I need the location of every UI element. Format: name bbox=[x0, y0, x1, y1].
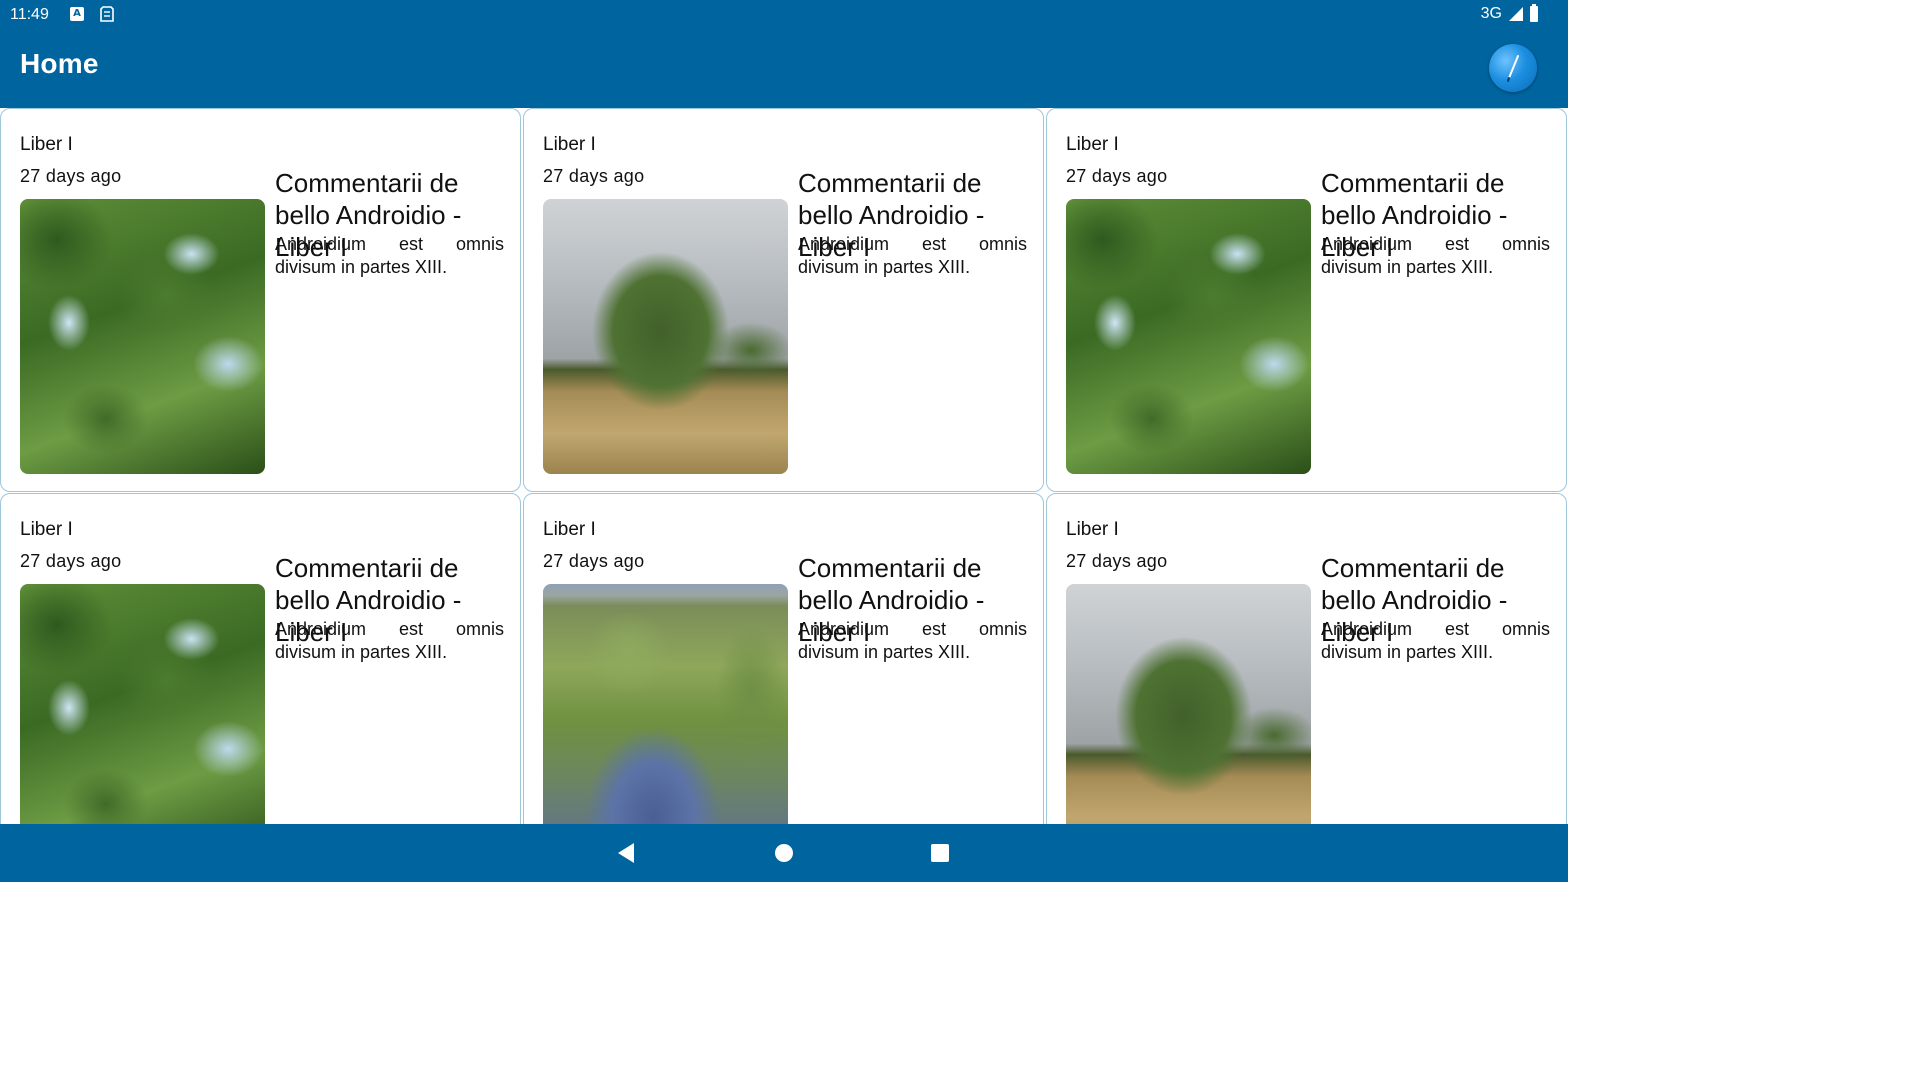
card-date: 27 days ago bbox=[1066, 166, 1168, 186]
card-date: 27 days ago bbox=[1066, 551, 1168, 571]
book-card[interactable]: Liber I 27 days ago Commentarii de bello… bbox=[1046, 108, 1567, 492]
book-card[interactable]: Liber I 27 days ago Commentarii de bello… bbox=[1046, 493, 1567, 824]
book-card[interactable]: Liber I 27 days ago Commentarii de bello… bbox=[523, 108, 1044, 492]
battery-icon bbox=[1530, 4, 1538, 22]
home-icon[interactable] bbox=[774, 843, 794, 863]
card-description: Androidium est omnis divisum in partes X… bbox=[1321, 619, 1550, 662]
system-nav-bar bbox=[0, 824, 1568, 882]
card-book-label: Liber I bbox=[20, 134, 73, 155]
back-icon[interactable] bbox=[616, 842, 636, 864]
quill-icon bbox=[1507, 55, 1519, 82]
keyboard-a-icon: A bbox=[70, 7, 84, 21]
card-book-label: Liber I bbox=[20, 519, 73, 540]
card-image-tree-canopy bbox=[20, 584, 265, 824]
card-book-label: Liber I bbox=[1066, 519, 1119, 540]
card-image-tree-in-field bbox=[1066, 584, 1311, 824]
card-book-label: Liber I bbox=[543, 134, 596, 155]
network-type: 3G bbox=[1480, 5, 1502, 22]
status-time: 11:49 bbox=[10, 6, 49, 23]
card-description: Androidium est omnis divisum in partes X… bbox=[1321, 234, 1550, 277]
card-date: 27 days ago bbox=[543, 166, 645, 186]
profile-avatar[interactable] bbox=[1489, 44, 1537, 92]
book-card[interactable]: Liber I 27 days ago Commentarii de bello… bbox=[0, 108, 521, 492]
signal-icon bbox=[1509, 7, 1523, 21]
card-description: Androidium est omnis divisum in partes X… bbox=[275, 234, 504, 277]
page-title: Home bbox=[20, 48, 99, 79]
card-description: Androidium est omnis divisum in partes X… bbox=[275, 619, 504, 662]
card-date: 27 days ago bbox=[20, 551, 122, 571]
card-date: 27 days ago bbox=[20, 166, 122, 186]
card-book-label: Liber I bbox=[543, 519, 596, 540]
card-image-tree-canopy bbox=[20, 199, 265, 474]
sd-card-icon bbox=[100, 6, 114, 22]
app-bar: 11:49 A 3G Home bbox=[0, 0, 1568, 108]
book-card[interactable]: Liber I 27 days ago Commentarii de bello… bbox=[0, 493, 521, 824]
card-image-tree-canopy bbox=[1066, 199, 1311, 474]
recents-icon[interactable] bbox=[930, 843, 950, 863]
card-book-label: Liber I bbox=[1066, 134, 1119, 155]
status-bar: 11:49 A 3G bbox=[0, 0, 1568, 30]
card-image-stream bbox=[543, 584, 788, 824]
card-description: Androidium est omnis divisum in partes X… bbox=[798, 234, 1027, 277]
status-right: 3G bbox=[1480, 4, 1538, 23]
card-description: Androidium est omnis divisum in partes X… bbox=[798, 619, 1027, 662]
card-date: 27 days ago bbox=[543, 551, 645, 571]
card-image-tree-in-field bbox=[543, 199, 788, 474]
book-card-grid: Liber I 27 days ago Commentarii de bello… bbox=[0, 108, 1568, 824]
book-card[interactable]: Liber I 27 days ago Commentarii de bello… bbox=[523, 493, 1044, 824]
